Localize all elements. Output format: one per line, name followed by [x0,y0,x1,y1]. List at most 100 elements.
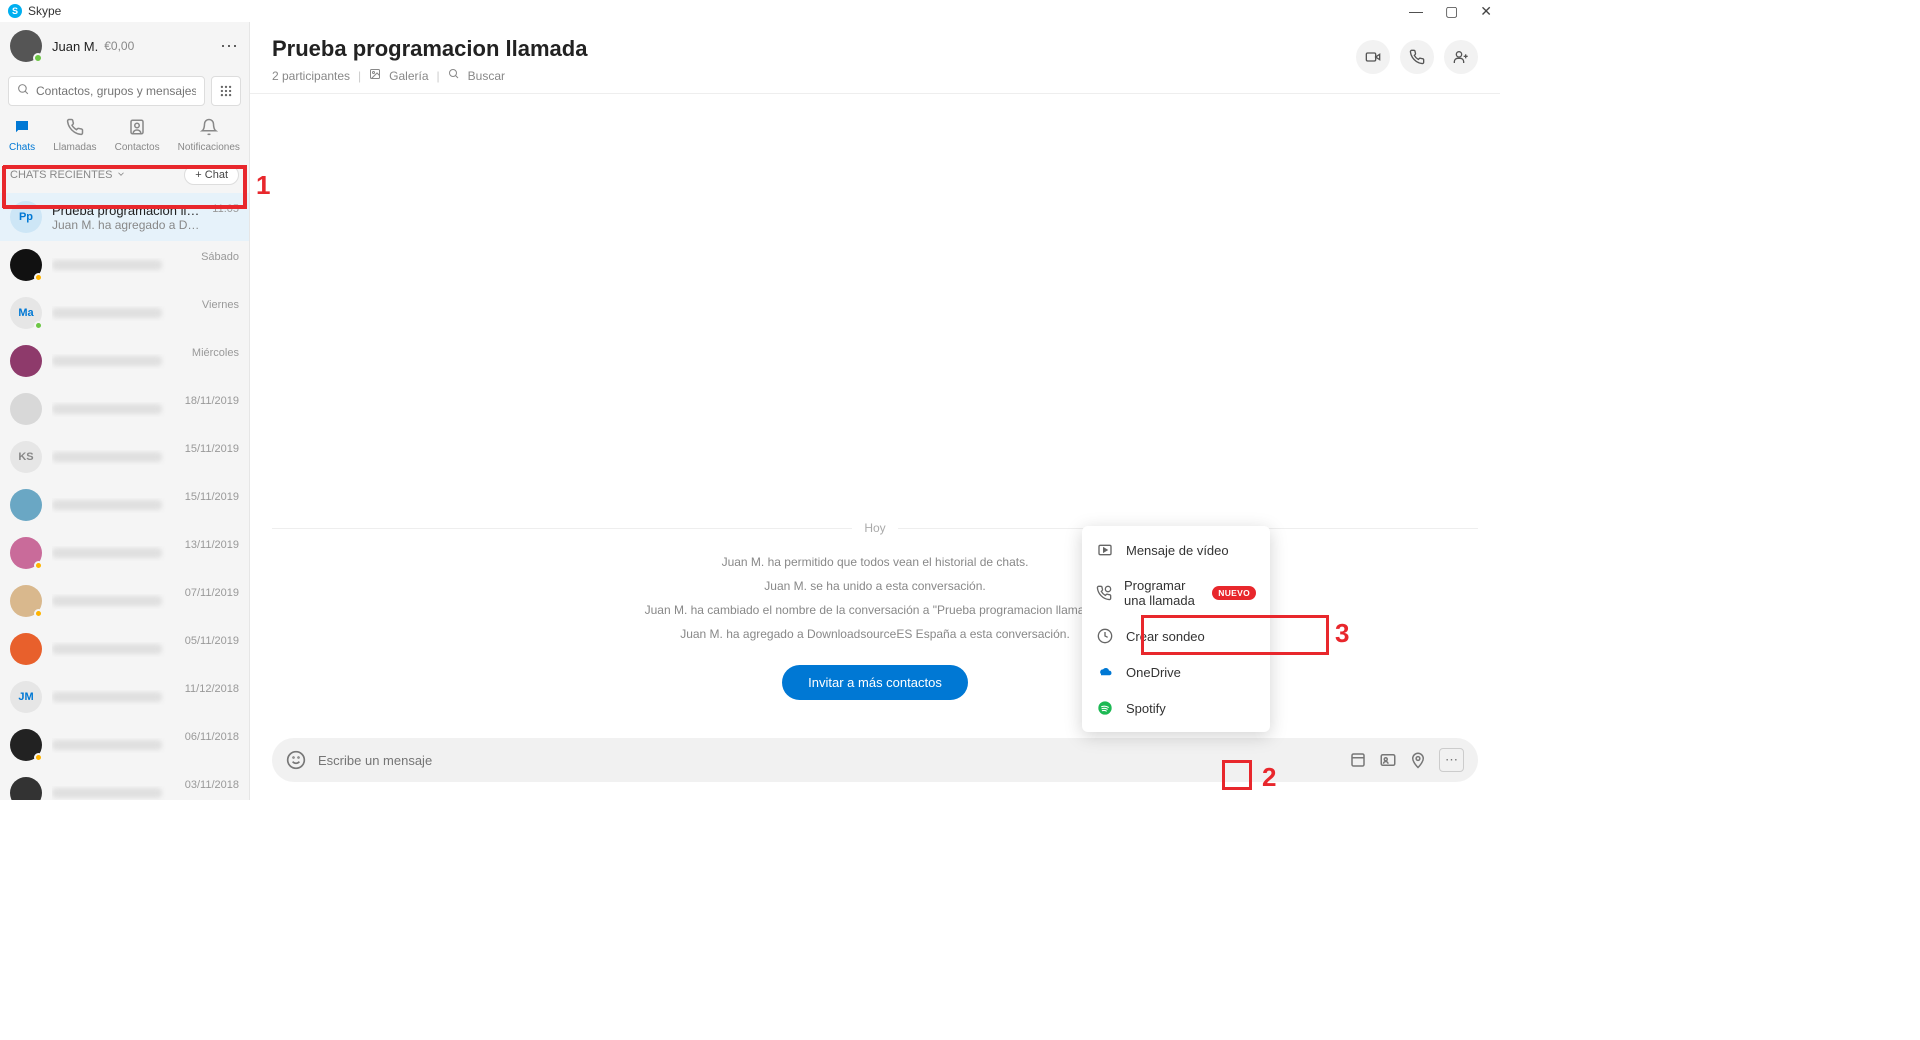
chat-item[interactable]: 05/11/2019 [0,625,249,673]
chat-item-time: Viernes [202,299,239,311]
window-title: Skype [28,4,61,18]
skype-logo-icon: S [8,4,22,18]
menu-item-label: Programar una llamada [1124,578,1200,608]
audio-call-button[interactable] [1400,40,1434,74]
minimize-icon[interactable]: — [1409,3,1423,20]
phone-icon [66,118,84,139]
avatar [10,345,42,377]
chat-item[interactable]: 07/11/2019 [0,577,249,625]
menu-item-spotify[interactable]: Spotify [1082,690,1270,726]
composer: ⋯ [272,738,1478,782]
chevron-down-icon[interactable] [116,169,126,182]
spotify-icon [1096,700,1114,716]
annotation-1: 1 [256,170,270,201]
avatar [10,30,42,62]
annotation-2: 2 [1262,762,1276,793]
add-participant-button[interactable] [1444,40,1478,74]
maximize-icon[interactable]: ▢ [1445,3,1458,20]
titlebar: S Skype — ▢ ✕ [0,0,1500,22]
menu-item-onedrive[interactable]: OneDrive [1082,654,1270,690]
chat-item[interactable]: 15/11/2019 [0,481,249,529]
chat-item-time: Sábado [201,251,239,263]
date-separator: Hoy [852,521,897,535]
chat-item[interactable]: Pp Prueba programacion llamadaJuan M. ha… [0,193,249,241]
search-icon [448,68,460,83]
avatar [10,489,42,521]
profile-name: Juan M. [52,39,98,54]
chat-item-time: 15/11/2019 [185,491,239,503]
search-box[interactable] [8,76,205,106]
chat-item-time: 07/11/2019 [185,587,239,599]
menu-item-label: Crear sondeo [1126,629,1205,644]
chat-item-time: 11:05 [212,203,239,215]
gallery-link[interactable]: Galería [389,69,428,83]
profile-row[interactable]: Juan M. €0,00 ⋯ [0,22,249,70]
system-message: Juan M. ha cambiado el nombre de la conv… [272,603,1478,617]
avatar: JM [10,681,42,713]
schedule-call-icon [1096,585,1112,601]
chat-item[interactable]: 13/11/2019 [0,529,249,577]
avatar [10,537,42,569]
tab-label: Chats [9,142,35,153]
main: Prueba programacion llamada 2 participan… [250,22,1500,800]
chat-icon [13,118,31,139]
contact-card-icon[interactable] [1379,751,1397,769]
chat-header: Prueba programacion llamada 2 participan… [250,22,1500,94]
system-message: Juan M. ha permitido que todos vean el h… [272,555,1478,569]
chat-item-time: 11/12/2018 [185,683,239,695]
emoji-icon[interactable] [286,750,306,770]
tab-notificaciones[interactable]: Notificaciones [178,118,240,153]
message-input[interactable] [318,753,1337,768]
tab-contactos[interactable]: Contactos [115,118,160,153]
avatar [10,729,42,761]
chat-item[interactable]: 18/11/2019 [0,385,249,433]
menu-item-schedule-call[interactable]: Programar una llamada NUEVO [1082,568,1270,618]
section-header[interactable]: CHATS RECIENTES [10,169,112,181]
more-icon[interactable]: ⋯ [220,36,239,57]
menu-item-poll[interactable]: Crear sondeo [1082,618,1270,654]
new-badge: NUEVO [1212,586,1256,600]
attach-file-icon[interactable] [1349,751,1367,769]
tab-llamadas[interactable]: Llamadas [53,118,96,153]
chat-item[interactable]: 06/11/2018 [0,721,249,769]
gallery-icon [369,68,381,83]
chat-item-time: 15/11/2019 [185,443,239,455]
chat-item-time: 05/11/2019 [185,635,239,647]
search-input[interactable] [36,84,196,98]
system-message: Juan M. ha agregado a DownloadsourceES E… [272,627,1478,641]
chat-item[interactable]: Miércoles [0,337,249,385]
avatar: KS [10,441,42,473]
chat-item-time: 03/11/2018 [185,779,239,791]
avatar: Pp [10,201,42,233]
menu-item-label: OneDrive [1126,665,1181,680]
avatar [10,777,42,800]
contacts-icon [128,118,146,139]
poll-icon [1096,628,1114,644]
new-chat-button[interactable]: + Chat [184,165,239,185]
annotation-3: 3 [1335,618,1349,649]
tab-chats[interactable]: Chats [9,118,35,153]
menu-item-label: Mensaje de vídeo [1126,543,1229,558]
chat-item[interactable]: KS 15/11/2019 [0,433,249,481]
avatar: Ma [10,297,42,329]
search-link[interactable]: Buscar [468,69,505,83]
chat-item[interactable]: 03/11/2018 [0,769,249,800]
more-attach-icon[interactable]: ⋯ [1439,748,1464,772]
chat-item[interactable]: Sábado [0,241,249,289]
dialpad-button[interactable] [211,76,241,106]
tab-label: Llamadas [53,142,96,153]
profile-credit: €0,00 [104,39,134,53]
chat-item-preview: Juan M. ha agregado a Downloa... [52,218,202,232]
bell-icon [200,118,218,139]
close-icon[interactable]: ✕ [1480,3,1492,20]
search-icon [17,83,30,99]
chat-list: Pp Prueba programacion llamadaJuan M. ha… [0,193,249,800]
video-call-button[interactable] [1356,40,1390,74]
chat-item[interactable]: JM 11/12/2018 [0,673,249,721]
invite-contacts-button[interactable]: Invitar a más contactos [782,665,968,700]
chat-item[interactable]: Ma Viernes [0,289,249,337]
menu-item-video-msg[interactable]: Mensaje de vídeo [1082,532,1270,568]
location-icon[interactable] [1409,751,1427,769]
avatar [10,393,42,425]
participants-link[interactable]: 2 participantes [272,69,350,83]
